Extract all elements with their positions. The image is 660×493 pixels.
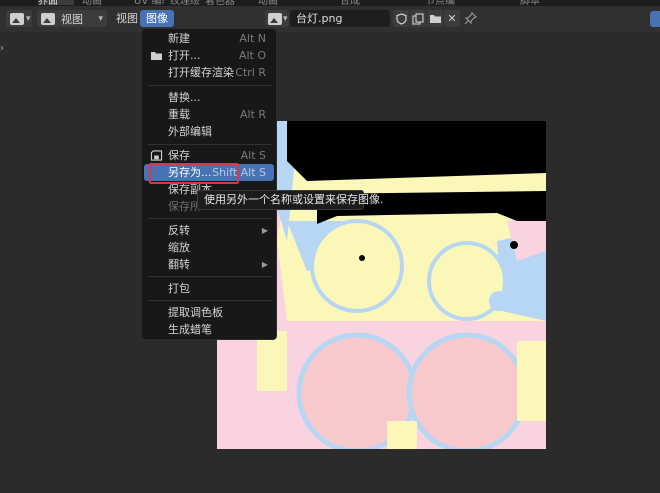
menu-item-label: 新建 (168, 32, 190, 45)
menu-separator (148, 218, 272, 219)
sidebar-toggle-icon[interactable] (650, 11, 660, 27)
menu-item-label: 提取调色板 (168, 306, 223, 319)
workspace-tab[interactable]: 动画 (258, 0, 298, 5)
highlight-annotation-box (149, 163, 239, 184)
image-editor-icon (10, 12, 24, 25)
view-mode-label: 视图 (61, 12, 83, 26)
menu-item-save[interactable]: 保存 Alt S (144, 147, 274, 164)
workspace-tab[interactable]: 合成 (340, 0, 380, 5)
menu-item-label: 重载 (168, 108, 190, 121)
menu-item-label: 保存 (168, 149, 190, 162)
workspace-tab[interactable]: 界面 (38, 0, 74, 5)
menu-separator (148, 276, 272, 277)
view-mode-selector[interactable]: 视图 ▾ (37, 10, 107, 27)
menu-item-label: 打包 (168, 282, 190, 295)
menu-item-shortcut: Alt S (240, 149, 266, 162)
menu-item-open-cache-render[interactable]: 打开缓存渲染 Ctrl R (144, 64, 274, 81)
image-menu-dropdown: 新建 Alt N 打开... Alt O 打开缓存渲染 Ctrl R 替换...… (141, 28, 277, 340)
menu-item-shortcut: Alt R (239, 108, 266, 121)
close-icon[interactable]: ✕ (444, 10, 460, 27)
menu-item-open[interactable]: 打开... Alt O (144, 47, 274, 64)
menu-item-label: 反转 (168, 224, 190, 237)
menu-item-resize[interactable]: 缩放 (144, 239, 274, 256)
menu-item-label: 打开缓存渲染 (168, 66, 234, 79)
image-menu[interactable]: 图像 (140, 10, 174, 27)
workspace-tab[interactable]: 脚本 (520, 0, 560, 5)
workspace-tab[interactable]: 节点编辑器 (425, 0, 455, 5)
toolbar-expand-icon[interactable]: › (0, 43, 4, 54)
duplicate-icon[interactable] (410, 10, 426, 27)
editor-type-selector[interactable]: ▾ (6, 10, 32, 27)
chevron-down-icon: ▾ (26, 13, 31, 24)
workspace-tab[interactable]: 动画 (82, 0, 126, 5)
menu-item-label: 缩放 (168, 241, 190, 254)
chevron-down-icon: ▾ (98, 13, 103, 24)
folder-icon (151, 52, 162, 60)
submenu-arrow-icon: ▶ (261, 260, 268, 269)
menu-item-flip[interactable]: 翻转 ▶ (144, 256, 274, 273)
menu-item-label: 外部编辑 (168, 125, 212, 138)
menu-item-invert[interactable]: 反转 ▶ (144, 222, 274, 239)
menu-item-shortcut: Alt O (238, 49, 266, 62)
menu-item-label: 打开... (168, 49, 201, 62)
menu-item-pack[interactable]: 打包 (144, 280, 274, 297)
chevron-down-icon: ▾ (283, 13, 288, 24)
menu-item-reload[interactable]: 重载 Alt R (144, 106, 274, 123)
image-mode-icon (41, 12, 55, 25)
menu-item-new[interactable]: 新建 Alt N (144, 30, 274, 47)
fake-user-shield-icon[interactable] (393, 10, 409, 27)
image-name-field[interactable]: 台灯.png (290, 10, 390, 27)
workspace-tab[interactable]: 着色器 (205, 0, 239, 5)
menu-separator (148, 300, 272, 301)
menu-separator (148, 144, 272, 145)
image-browse-icon (268, 12, 282, 25)
save-as-tooltip: 使用另外一个名称或设置来保存图像. (197, 190, 384, 210)
view-menu[interactable]: 视图 (116, 10, 138, 27)
workspace-tab[interactable]: UV 编辑 (134, 0, 164, 5)
menu-item-label: 生成蜡笔 (168, 323, 212, 336)
submenu-arrow-icon: ▶ (261, 226, 268, 235)
menu-item-replace[interactable]: 替换... (144, 89, 274, 106)
menu-item-label: 翻转 (168, 258, 190, 271)
image-browse-button[interactable]: ▾ (265, 10, 289, 27)
workspace-tab[interactable]: 纹理绘制 (170, 0, 200, 5)
menu-item-generate-grease-pencil[interactable]: 生成蜡笔 (144, 321, 274, 338)
folder-icon[interactable] (427, 10, 443, 27)
menu-separator (148, 85, 272, 86)
menu-item-extract-palette[interactable]: 提取调色板 (144, 304, 274, 321)
menu-item-label: 替换... (168, 91, 201, 104)
menu-item-shortcut: Alt N (239, 32, 266, 45)
pin-icon[interactable] (462, 10, 478, 27)
save-icon (150, 150, 163, 161)
menu-item-shortcut: Ctrl R (235, 66, 266, 79)
menu-item-external-edit[interactable]: 外部编辑 (144, 123, 274, 140)
